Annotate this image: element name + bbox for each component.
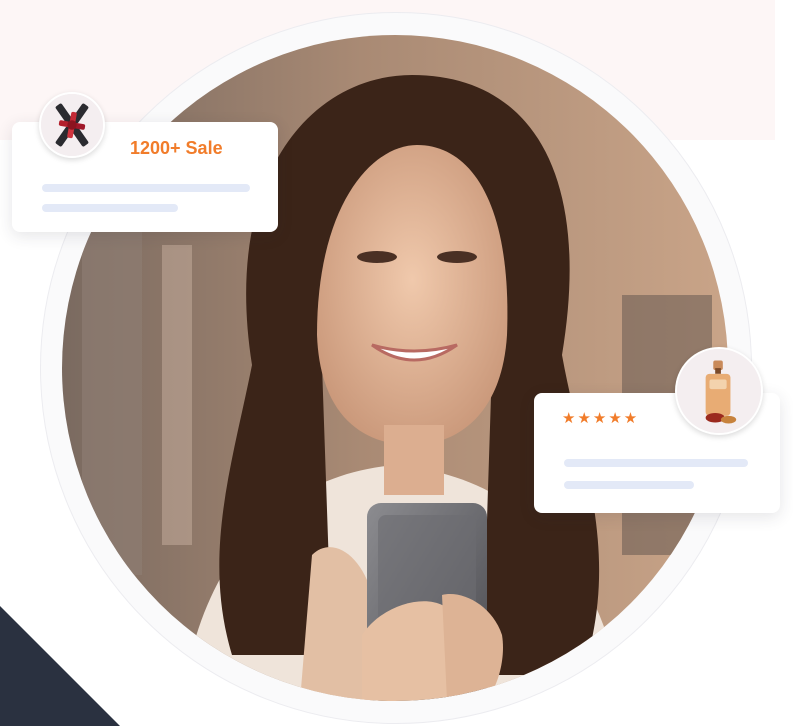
perfume-bottle-icon (675, 347, 763, 435)
placeholder-line (42, 184, 250, 192)
placeholder-line (564, 481, 694, 489)
sale-count-label: 1200+ Sale (130, 138, 223, 158)
star-rating: ★★★★★ (562, 410, 640, 427)
lipstick-product-icon (39, 92, 105, 158)
dark-corner-shape (0, 606, 120, 726)
placeholder-line (564, 459, 748, 467)
placeholder-line (42, 204, 178, 212)
